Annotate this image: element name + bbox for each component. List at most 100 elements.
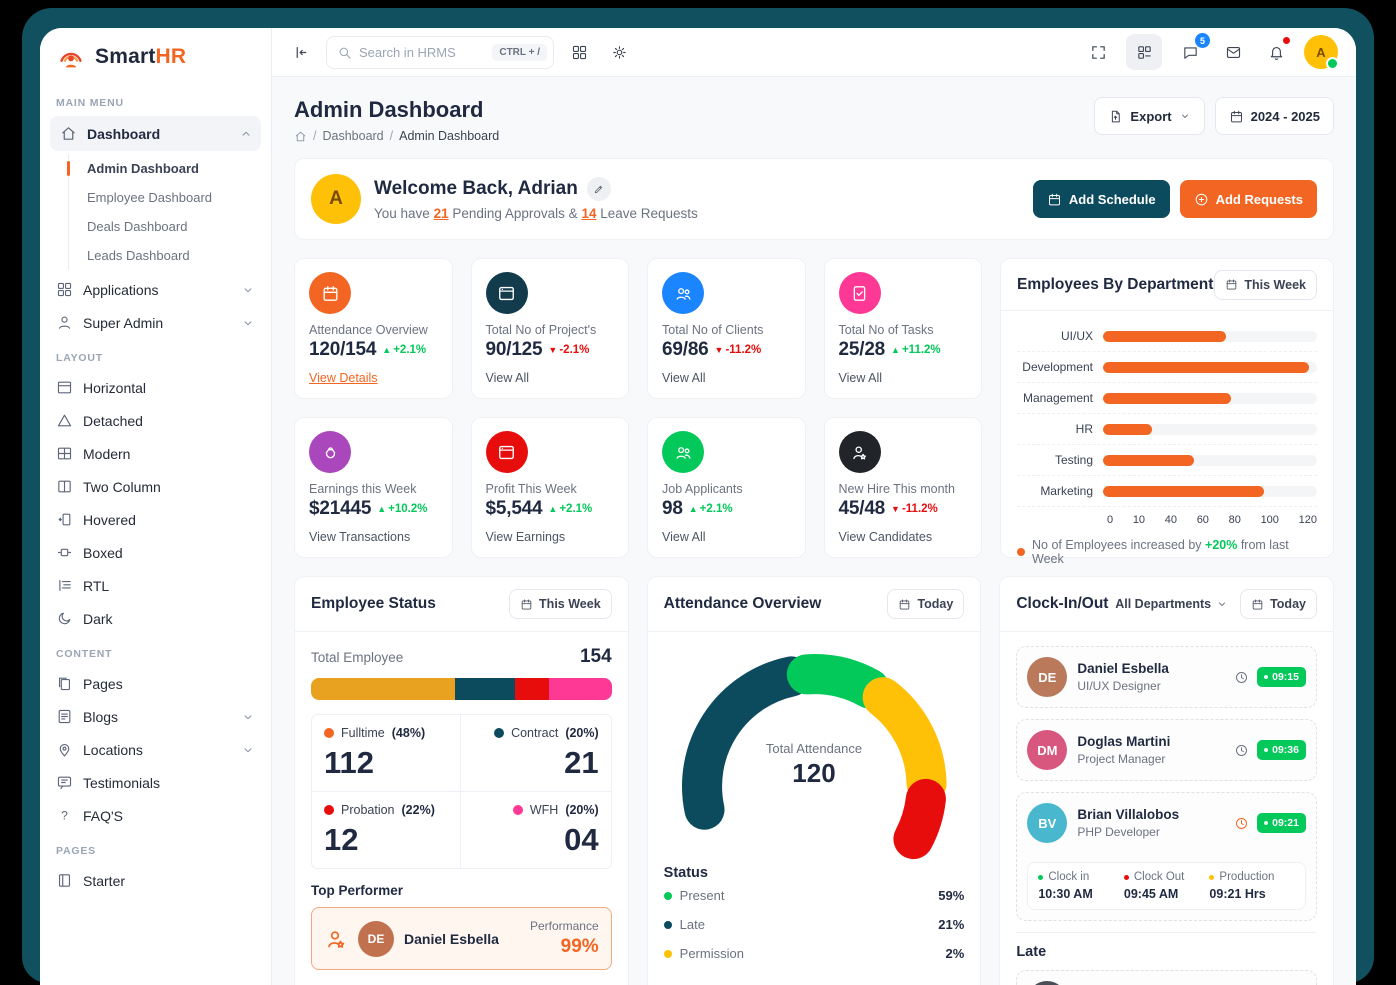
sidebar-item-dark[interactable]: Dark <box>40 602 271 635</box>
sidebar-item-employee-dashboard[interactable]: Employee Dashboard <box>69 183 271 212</box>
sidebar-item-applications[interactable]: Applications <box>40 273 271 306</box>
sidebar-item-horizontal[interactable]: Horizontal <box>40 371 271 404</box>
sidebar-item-starter[interactable]: Starter <box>40 864 271 897</box>
pending-approvals-link[interactable]: 21 <box>434 206 449 221</box>
sidebar-item-rtl[interactable]: RTL <box>40 569 271 602</box>
today-button[interactable]: Today <box>887 589 964 619</box>
view-all-link[interactable]: View All <box>486 371 615 385</box>
boxed-layout-icon <box>56 544 73 561</box>
sidebar-item-deals-dashboard[interactable]: Deals Dashboard <box>69 212 271 241</box>
bar <box>1103 362 1309 373</box>
total-employee-value: 154 <box>580 646 612 668</box>
today-button[interactable]: Today <box>1240 589 1317 619</box>
legend-value: 59% <box>938 888 964 903</box>
clock-row[interactable]: DM Doglas MartiniProject Manager 09:36 <box>1016 719 1317 781</box>
chart-bar-row: UI/UX <box>1017 325 1317 352</box>
sidebar-item-admin-dashboard[interactable]: Admin Dashboard <box>69 154 271 183</box>
breadcrumb-separator: / <box>313 129 316 143</box>
user-avatar[interactable]: A <box>1304 35 1338 69</box>
add-requests-button[interactable]: Add Requests <box>1180 180 1317 218</box>
new-hire-icon <box>839 431 881 473</box>
sidebar-item-super-admin[interactable]: Super Admin <box>40 306 271 339</box>
search-input[interactable] <box>359 45 485 60</box>
view-details-link[interactable]: View Details <box>309 371 438 385</box>
clock-row-expanded[interactable]: BV Brian VillalobosPHP Developer 09:21 C… <box>1016 792 1317 921</box>
sidebar-item-blogs[interactable]: Blogs <box>40 700 271 733</box>
sidebar-item-label: Boxed <box>83 545 123 561</box>
two-column-layout-icon <box>56 478 73 495</box>
edit-profile-button[interactable] <box>587 177 611 201</box>
welcome-banner: A Welcome Back, Adrian You have 21 Pendi… <box>294 158 1334 240</box>
view-earnings-link[interactable]: View Earnings <box>486 530 615 544</box>
detached-layout-icon <box>56 412 73 429</box>
brand-logo[interactable]: SmartHR <box>40 28 271 84</box>
stat-label: Total No of Clients <box>662 323 791 337</box>
trend-arrow-icon: ▼ <box>548 345 557 355</box>
bar-track <box>1103 362 1317 373</box>
detail-label: Production <box>1219 871 1274 883</box>
this-week-button[interactable]: This Week <box>1214 270 1317 300</box>
home-icon[interactable] <box>294 130 307 143</box>
sidebar-item-leads-dashboard[interactable]: Leads Dashboard <box>69 241 271 270</box>
year-range-button[interactable]: 2024 - 2025 <box>1215 97 1334 135</box>
layout-grid-button[interactable] <box>1126 34 1162 70</box>
legend-label: Late <box>680 917 705 932</box>
sidebar-item-testimonials[interactable]: Testimonials <box>40 766 271 799</box>
sidebar-item-faqs[interactable]: FAQ'S <box>40 799 271 832</box>
view-all-link[interactable]: View All <box>839 371 968 385</box>
add-schedule-button[interactable]: Add Schedule <box>1033 180 1170 218</box>
sidebar-item-label: Dark <box>83 611 113 627</box>
welcome-avatar: A <box>311 174 361 224</box>
sidebar-collapse-button[interactable] <box>286 37 316 67</box>
search-shortcut-badge: CTRL + / <box>492 44 547 61</box>
brand-name: SmartHR <box>95 45 186 69</box>
notifications-button[interactable] <box>1261 37 1291 67</box>
chat-button[interactable]: 5 <box>1175 37 1205 67</box>
fullscreen-button[interactable] <box>1083 37 1113 67</box>
this-week-button[interactable]: This Week <box>509 589 612 619</box>
breadcrumb-dashboard[interactable]: Dashboard <box>322 129 383 143</box>
sidebar-item-label: FAQ'S <box>83 808 123 824</box>
clock-detail-box: Clock in 10:30 AM Clock Out 09:45 AM Pro… <box>1027 862 1306 910</box>
sidebar-item-detached[interactable]: Detached <box>40 404 271 437</box>
legend-row-late: Late21% <box>664 910 965 939</box>
year-range-label: 2024 - 2025 <box>1251 109 1320 124</box>
axis-tick: 10 <box>1133 514 1145 526</box>
stacked-segment-fulltime <box>311 678 455 700</box>
departments-dropdown[interactable]: All Departments <box>1115 597 1228 611</box>
view-transactions-link[interactable]: View Transactions <box>309 530 438 544</box>
sidebar-item-modern[interactable]: Modern <box>40 437 271 470</box>
sidebar-item-pages[interactable]: Pages <box>40 667 271 700</box>
attendance-gauge: Total Attendance 120 <box>664 646 965 861</box>
cell-percent: (20%) <box>565 726 598 740</box>
bar <box>1103 486 1264 497</box>
view-candidates-link[interactable]: View Candidates <box>839 530 968 544</box>
settings-button[interactable] <box>604 37 634 67</box>
trend-arrow-icon: ▼ <box>715 345 724 355</box>
employee-role: UI/UX Designer <box>1077 679 1169 693</box>
cell-label: WFH <box>530 803 558 817</box>
trend-arrow-icon: ▲ <box>382 345 391 355</box>
apps-menu-button[interactable] <box>564 37 594 67</box>
leave-requests-link[interactable]: 14 <box>581 206 596 221</box>
sidebar-item-hovered[interactable]: Hovered <box>40 503 271 536</box>
stacked-segment-wfh <box>549 678 612 700</box>
top-performer-box[interactable]: DE Daniel Esbella Performance 99% <box>311 907 612 970</box>
sidebar-item-locations[interactable]: Locations <box>40 733 271 766</box>
clock-row[interactable]: DE Daniel EsbellaUI/UX Designer 09:15 <box>1016 646 1317 708</box>
sidebar-item-dashboard[interactable]: Dashboard <box>50 116 261 151</box>
search-box[interactable]: CTRL + / <box>326 36 554 69</box>
bar-track <box>1103 486 1317 497</box>
chat-icon <box>1182 44 1199 61</box>
breadcrumb-separator: / <box>390 129 393 143</box>
avatar: AL <box>1027 981 1067 985</box>
view-all-link[interactable]: View All <box>662 371 791 385</box>
wfh-cell: WFH(20%) 04 <box>461 792 610 868</box>
late-row[interactable]: AL Anthony Lewis 30 Min <box>1016 970 1317 985</box>
export-button[interactable]: Export <box>1094 97 1204 135</box>
view-all-link[interactable]: View All <box>662 530 791 544</box>
cell-value: 21 <box>473 747 598 778</box>
mail-button[interactable] <box>1218 37 1248 67</box>
sidebar-item-two-column[interactable]: Two Column <box>40 470 271 503</box>
sidebar-item-boxed[interactable]: Boxed <box>40 536 271 569</box>
